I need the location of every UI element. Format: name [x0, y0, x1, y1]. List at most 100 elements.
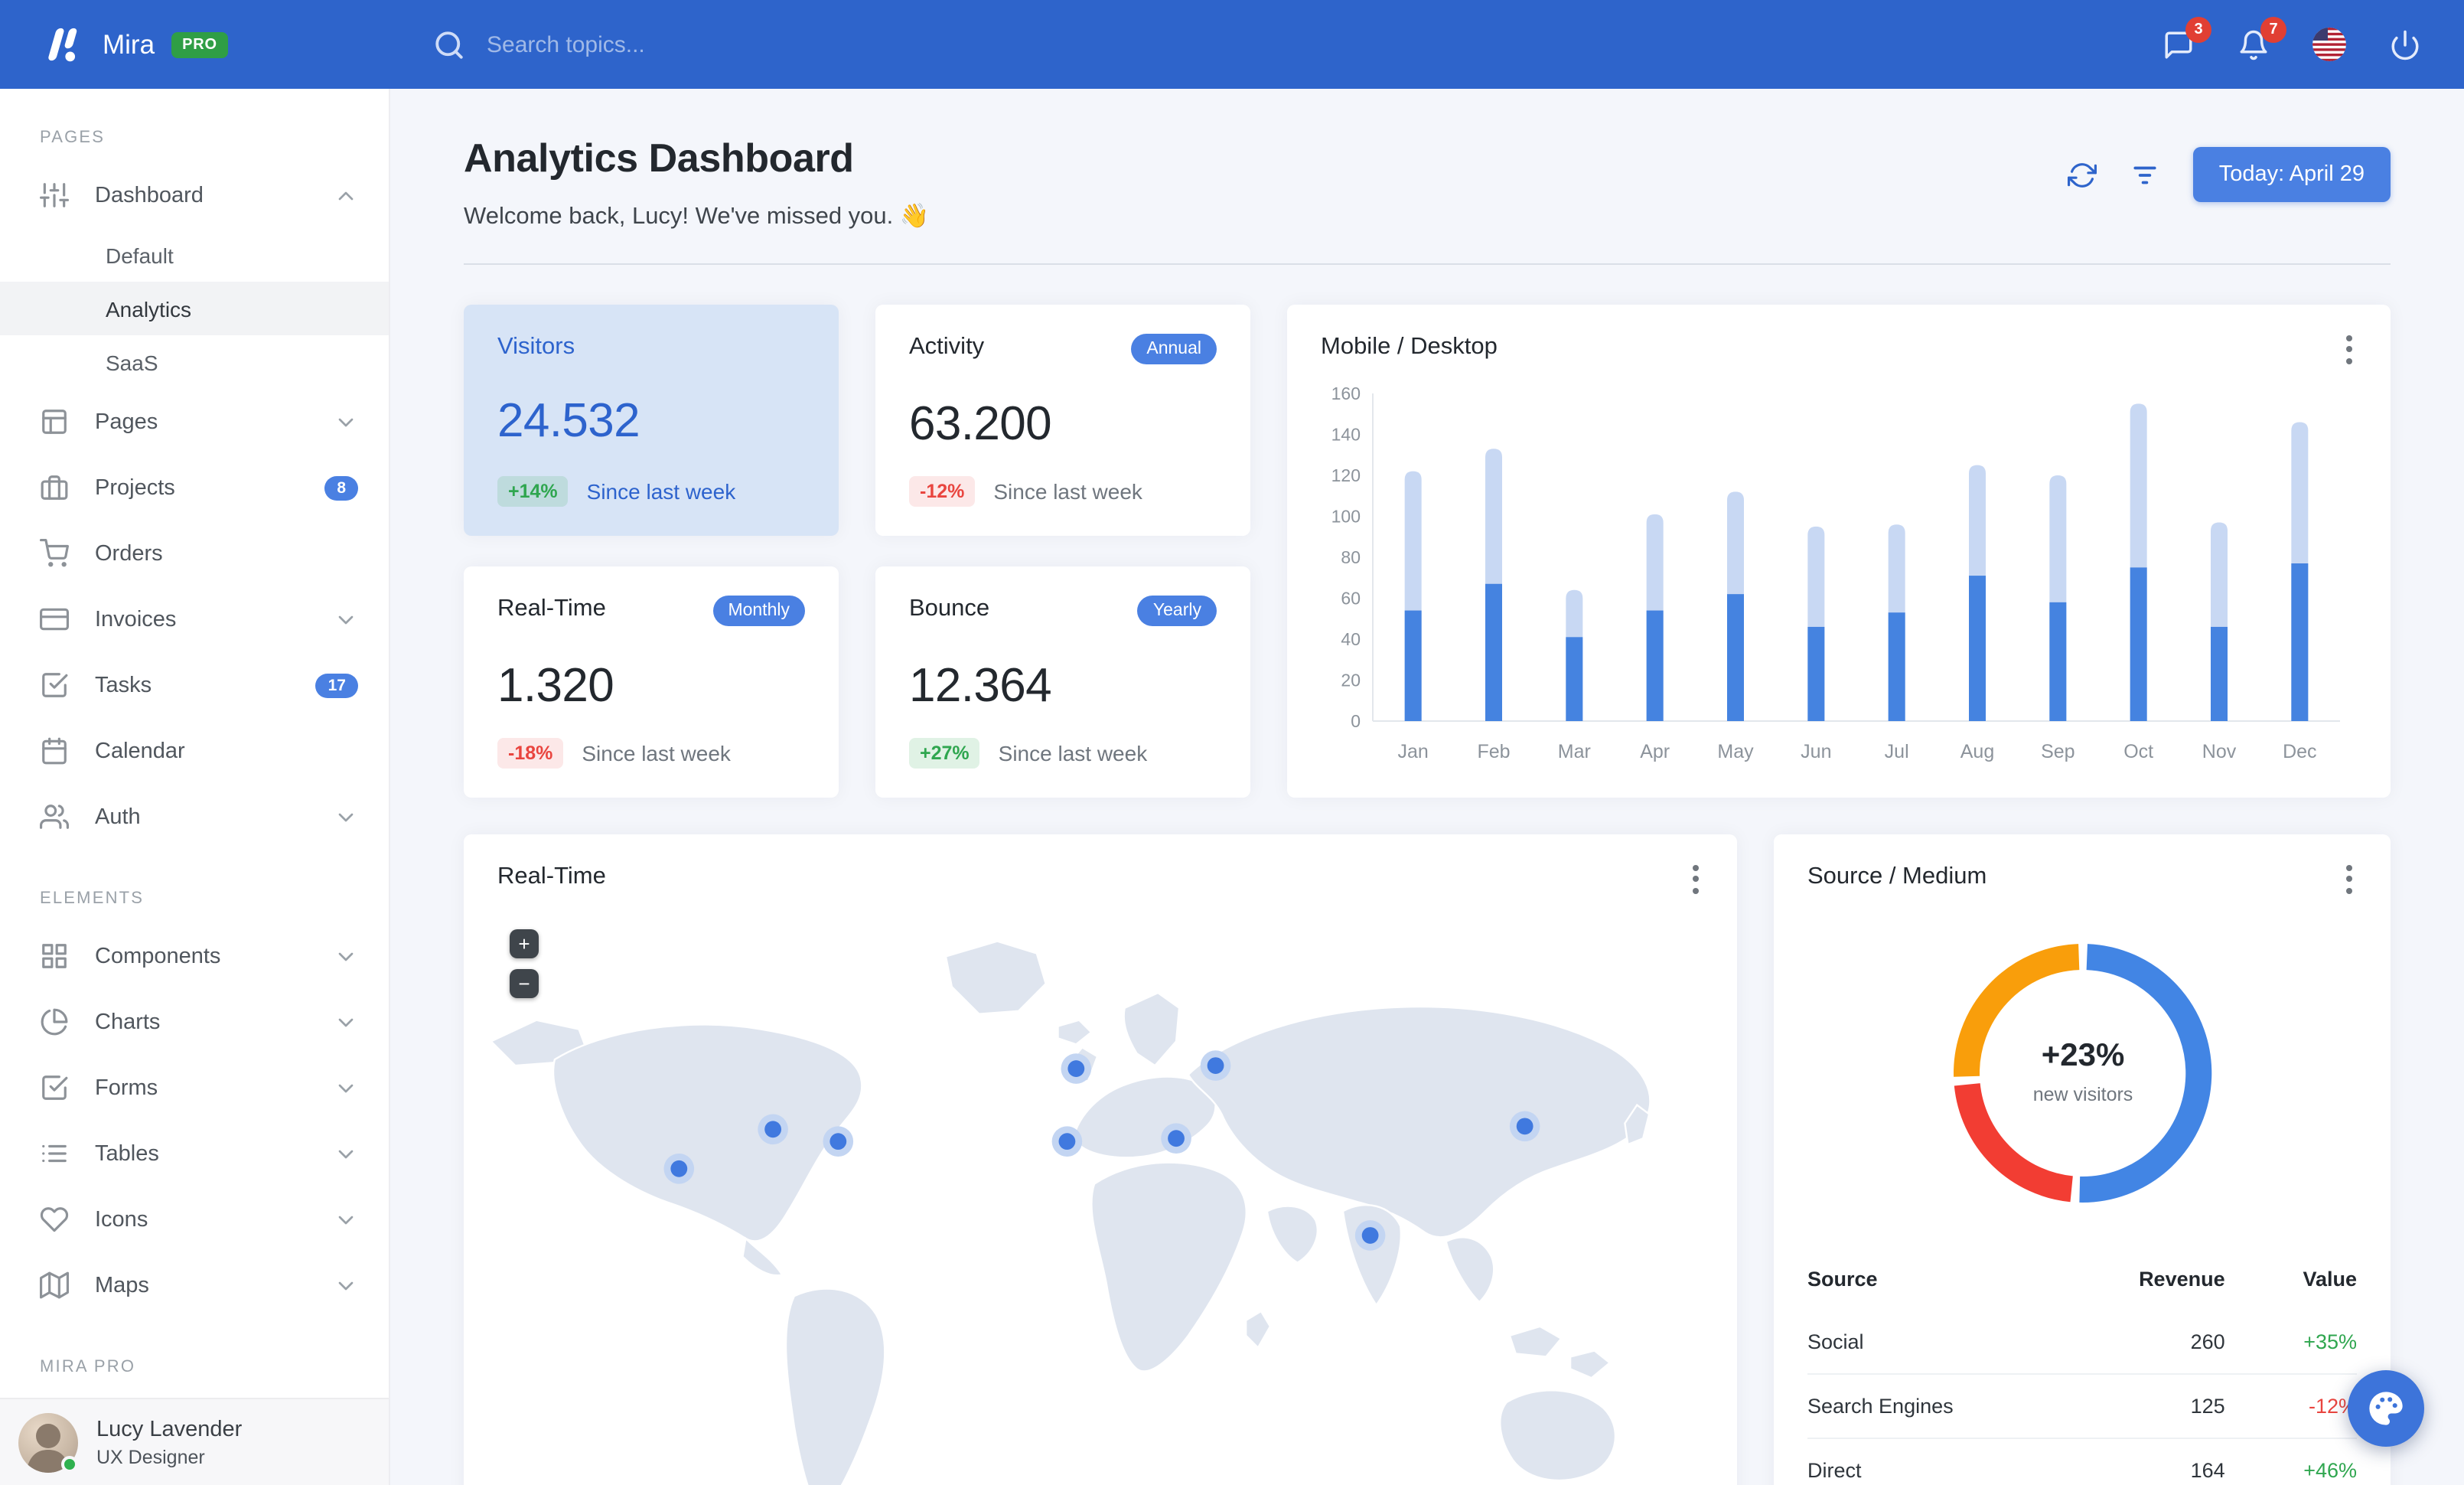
svg-text:20: 20 [1341, 671, 1361, 690]
check-square-icon [40, 1073, 69, 1102]
svg-text:Nov: Nov [2202, 741, 2237, 762]
stat-title: Real-Time [497, 596, 606, 622]
map-menu-button[interactable] [1679, 859, 1713, 899]
table-row: Social 260 +35% [1807, 1310, 2357, 1374]
svg-text:0: 0 [1351, 711, 1361, 731]
sidebar-item-components[interactable]: Components [0, 923, 389, 989]
stat-period-badge[interactable]: Monthly [712, 596, 805, 626]
chevron-down-icon [334, 1141, 358, 1166]
cell-source: Social [1807, 1330, 1864, 1353]
sidebar-section-label: PAGES [40, 129, 106, 147]
messages-count-badge: 3 [2185, 16, 2211, 42]
sidebar-item-projects[interactable]: Projects 8 [0, 455, 389, 521]
stat-card-visitors: Visitors 24.532 +14% Since last week [464, 305, 839, 536]
sidebar-item-calendar[interactable]: Calendar [0, 718, 389, 784]
stat-delta: +14% [497, 476, 569, 507]
sidebar-item-tasks[interactable]: Tasks 17 [0, 652, 389, 718]
stat-period-badge[interactable]: Annual [1131, 334, 1217, 364]
sidebar-subitem-default[interactable]: Default [0, 228, 389, 282]
sidebar-item-badge: 8 [324, 475, 358, 500]
source-menu-button[interactable] [2332, 859, 2366, 899]
chart-menu-button[interactable] [2332, 329, 2366, 369]
search-input[interactable] [487, 31, 1007, 57]
palette-icon [2366, 1389, 2406, 1428]
svg-text:+23%: +23% [2041, 1036, 2124, 1072]
chevron-down-icon [334, 1207, 358, 1232]
sidebar-item-label: Calendar [95, 739, 185, 763]
sidebar-item-auth[interactable]: Auth [0, 784, 389, 850]
sidebar-subitem-saas[interactable]: SaaS [0, 335, 389, 389]
refresh-button[interactable] [2067, 160, 2097, 189]
notifications-count-badge: 7 [2260, 16, 2286, 42]
sidebar-item-label: Projects [95, 475, 175, 500]
stat-card-bounce: Bounce Yearly 12.364 +27% Since last week [875, 566, 1250, 798]
navbar-actions: 3 7 [2163, 16, 2464, 61]
brand[interactable]: Mira PRO [0, 21, 390, 67]
sidebar-subitem-analytics[interactable]: Analytics [0, 282, 389, 335]
heart-icon [40, 1205, 69, 1234]
cell-revenue: 260 [2190, 1330, 2225, 1353]
sidebar-item-label: Tasks [95, 673, 152, 697]
map-zoom-in-button[interactable]: + [510, 929, 539, 958]
table-row: Search Engines 125 -12% [1807, 1373, 2357, 1438]
svg-text:60: 60 [1341, 589, 1361, 609]
cell-source: Search Engines [1807, 1373, 2061, 1438]
donut-chart: +23% new visitors [1953, 944, 2211, 1203]
cell-value: +46% [2224, 1438, 2357, 1485]
stat-period-badge[interactable]: Yearly [1137, 596, 1217, 626]
svg-text:May: May [1717, 741, 1754, 762]
sidebar: PAGES Dashboard Default Analytics SaaS Pages P… [0, 89, 390, 1485]
shopping-cart-icon [40, 539, 69, 568]
us-flag-icon [2312, 28, 2346, 61]
table-header-row: Source Revenue Value [1807, 1258, 2357, 1310]
mobile-desktop-card: Mobile / Desktop 160 140 120 100 80 60 40 20 0 Ja… [1287, 305, 2391, 798]
map-marker [670, 1160, 688, 1177]
sidebar-nav: PAGES Dashboard Default Analytics SaaS Pages P… [0, 89, 389, 1392]
search-icon [433, 28, 465, 60]
world-map [489, 940, 1651, 1485]
map-zoom-out-button[interactable]: − [510, 969, 539, 998]
sidebar-item-label: Auth [95, 805, 141, 829]
filter-button[interactable] [2130, 160, 2159, 189]
sidebar-user[interactable]: Lucy Lavender UX Designer [0, 1398, 389, 1485]
sidebar-item-forms[interactable]: Forms [0, 1055, 389, 1121]
sidebar-item-dashboard[interactable]: Dashboard [0, 162, 389, 228]
mira-logo-icon [40, 21, 86, 67]
sidebar-item-orders[interactable]: Orders [0, 521, 389, 586]
svg-text:Aug: Aug [1960, 741, 1994, 762]
stat-note: Since last week [998, 741, 1148, 765]
sidebar-item-label: Tables [95, 1141, 159, 1166]
map-marker [1361, 1227, 1379, 1244]
map-marker [829, 1133, 847, 1150]
stat-card-real-time: Real-Time Monthly 1.320 -18% Since last week [464, 566, 839, 798]
theme-settings-fab[interactable] [2348, 1370, 2424, 1447]
svg-text:40: 40 [1341, 629, 1361, 649]
sidebar-item-charts[interactable]: Charts [0, 989, 389, 1055]
svg-text:new visitors: new visitors [2032, 1084, 2133, 1105]
chevron-up-icon [334, 183, 358, 207]
language-flag-button[interactable] [2312, 28, 2346, 61]
header-divider [464, 263, 2391, 265]
sidebar-section-label: ELEMENTS [40, 889, 145, 908]
briefcase-icon [40, 473, 69, 502]
sidebar-item-label: Pages [95, 410, 158, 434]
welcome-text: Welcome back, Lucy! We've missed you. 👋 [464, 204, 930, 230]
source-medium-card: Source / Medium +23% new visitors Source R… [1774, 834, 2391, 1485]
sidebar-item-maps[interactable]: Maps [0, 1252, 389, 1318]
sidebar-item-pages[interactable]: Pages [0, 389, 389, 455]
date-range-button[interactable]: Today: April 29 [2192, 147, 2391, 202]
messages-button[interactable]: 3 [2163, 16, 2211, 60]
notifications-button[interactable]: 7 [2237, 16, 2286, 60]
logout-button[interactable] [2389, 28, 2421, 60]
layout-icon [40, 407, 69, 436]
grid-icon [40, 942, 69, 971]
sidebar-item-icons[interactable]: Icons [0, 1186, 389, 1252]
sidebar-item-invoices[interactable]: Invoices [0, 586, 389, 652]
sidebar-item-tables[interactable]: Tables [0, 1121, 389, 1186]
chevron-down-icon [334, 607, 358, 632]
stat-note: Since last week [582, 741, 731, 765]
stat-delta: +27% [909, 738, 980, 769]
stat-note: Since last week [586, 479, 736, 504]
user-name: Lucy Lavender [96, 1417, 243, 1441]
user-role: UX Designer [96, 1446, 205, 1467]
